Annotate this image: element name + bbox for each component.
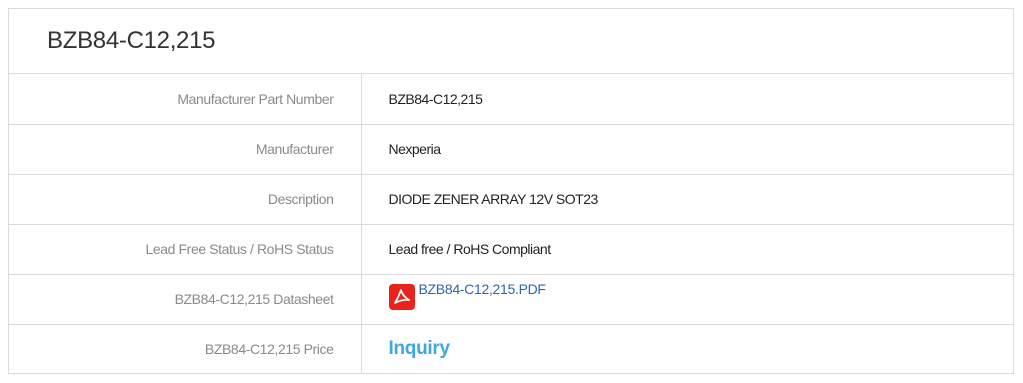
spec-value: Nexperia (361, 124, 1013, 175)
spec-label: BZB84-C12,215 Datasheet (9, 274, 362, 325)
spec-label: BZB84-C12,215 Price (9, 324, 362, 374)
spec-row-description: Description DIODE ZENER ARRAY 12V SOT23 (9, 174, 1013, 225)
spec-label: Lead Free Status / RoHS Status (9, 224, 362, 275)
spec-label: Manufacturer (9, 124, 362, 175)
product-spec-card: BZB84-C12,215 Manufacturer Part Number B… (8, 8, 1014, 374)
spec-row-part-number: Manufacturer Part Number BZB84-C12,215 (9, 74, 1013, 125)
title-bar: BZB84-C12,215 (9, 9, 1013, 74)
datasheet-link[interactable]: BZB84-C12,215.PDF (388, 280, 546, 310)
spec-value-price: Inquiry (361, 324, 1013, 374)
spec-value: DIODE ZENER ARRAY 12V SOT23 (361, 174, 1013, 225)
spec-label: Description (9, 174, 362, 225)
datasheet-link-text: BZB84-C12,215.PDF (418, 280, 546, 297)
spec-row-datasheet: BZB84-C12,215 Datasheet BZB84-C12,215.PD… (9, 274, 1013, 325)
inquiry-link[interactable]: Inquiry (389, 338, 451, 359)
spec-row-manufacturer: Manufacturer Nexperia (9, 124, 1013, 175)
pdf-icon (388, 283, 415, 310)
spec-value-datasheet: BZB84-C12,215.PDF (361, 274, 1013, 325)
spec-value: Lead free / RoHS Compliant (361, 224, 1013, 275)
spec-value: BZB84-C12,215 (361, 74, 1013, 125)
spec-label: Manufacturer Part Number (9, 74, 362, 125)
product-title: BZB84-C12,215 (47, 27, 216, 54)
spec-table: Manufacturer Part Number BZB84-C12,215 M… (9, 74, 1013, 374)
spec-row-rohs-status: Lead Free Status / RoHS Status Lead free… (9, 224, 1013, 275)
spec-row-price: BZB84-C12,215 Price Inquiry (9, 324, 1013, 374)
